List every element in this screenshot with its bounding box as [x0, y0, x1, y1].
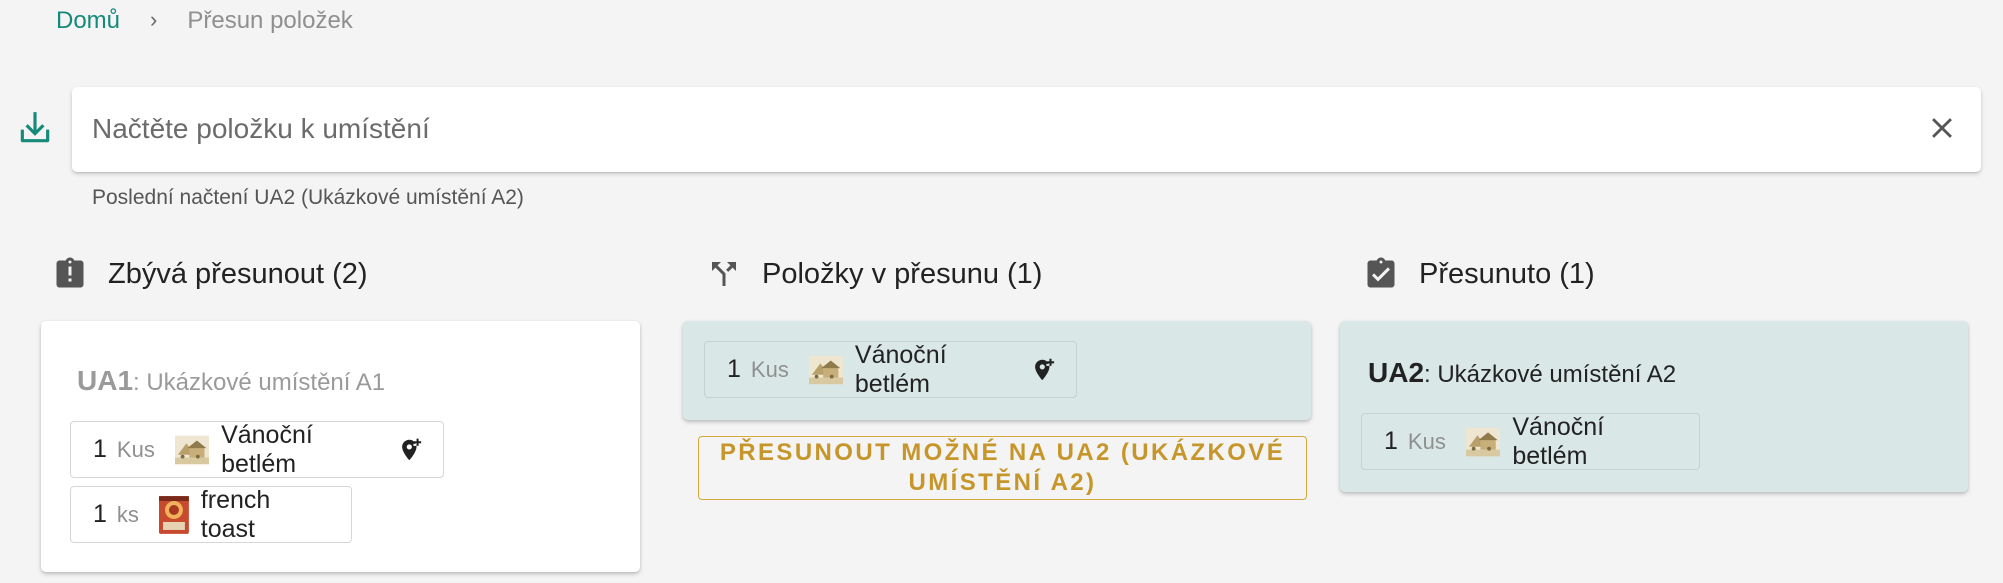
item-qty: 1 [727, 355, 741, 383]
location-title: UA2: Ukázkové umístění A2 [1368, 357, 1676, 389]
item-name: Vánoční betlém [221, 420, 313, 478]
item-name: Vánoční betlém [854, 340, 947, 398]
remaining-location-card: UA1: Ukázkové umístění A1 1 Kus Vánoční … [41, 321, 640, 572]
location-title: UA1: Ukázkové umístění A1 [77, 365, 385, 397]
nativity-thumbnail [174, 435, 210, 464]
move-to-location-button[interactable]: Přesunout možné na UA2 (Ukázkové umístěn… [698, 436, 1307, 500]
close-icon[interactable] [1925, 111, 1959, 145]
add-location-icon[interactable] [398, 435, 423, 465]
item-qty: 1 [93, 500, 107, 528]
item-unit: ks [116, 501, 139, 527]
call-split-icon [712, 262, 736, 286]
breadcrumb-separator: › [150, 7, 158, 32]
french-toast-thumbnail [158, 495, 189, 534]
moving-items-card: 1 Kus Vánoční betlém [683, 321, 1311, 420]
clipboard-check-icon [1367, 257, 1395, 288]
item-chip[interactable]: 1 Kus Vánoční betlém [704, 341, 1077, 398]
last-loaded-hint: Poslední načtení UA2 (Ukázkové umístění … [92, 186, 524, 209]
item-unit: Kus [750, 356, 789, 382]
scan-input[interactable] [92, 101, 1872, 157]
moved-title: Přesunuto (1) [1419, 257, 1595, 290]
nativity-thumbnail [808, 355, 843, 384]
breadcrumb-home-link[interactable]: Domů [56, 7, 120, 35]
location-name: : Ukázkové umístění A2 [1424, 361, 1677, 388]
item-chip[interactable]: 1 ks french toast [70, 486, 352, 543]
item-unit: Kus [1407, 428, 1446, 454]
item-chip[interactable]: 1 Kus Vánoční betlém [70, 421, 444, 478]
moved-header: Přesunuto (1) [1363, 252, 1595, 296]
breadcrumb: Domů › Přesun položek [56, 6, 353, 36]
item-name: french toast [200, 485, 271, 543]
add-location-icon[interactable] [1031, 355, 1056, 385]
item-name: Vánoční betlém [1512, 412, 1605, 470]
breadcrumb-current: Přesun položek [187, 7, 353, 34]
item-qty: 1 [1384, 427, 1398, 455]
item-unit: Kus [116, 436, 155, 462]
remaining-title: Zbývá přesunout (2) [108, 257, 368, 290]
download-icon[interactable] [16, 108, 54, 148]
location-code: UA1 [77, 365, 134, 396]
moving-title: Položky v přesunu (1) [762, 257, 1043, 290]
item-qty: 1 [93, 435, 107, 463]
location-name: : Ukázkové umístění A1 [133, 369, 386, 396]
clipboard-alert-icon [56, 257, 84, 288]
remaining-header: Zbývá přesunout (2) [52, 252, 368, 296]
scan-field [72, 87, 1981, 172]
location-code: UA2 [1368, 357, 1425, 388]
item-chip[interactable]: 1 Kus Vánoční betlém [1361, 413, 1700, 470]
nativity-thumbnail [1465, 427, 1501, 456]
moving-header: Položky v přesunu (1) [706, 252, 1042, 296]
moved-location-card: UA2: Ukázkové umístění A2 1 Kus Vánoční … [1340, 321, 1968, 492]
